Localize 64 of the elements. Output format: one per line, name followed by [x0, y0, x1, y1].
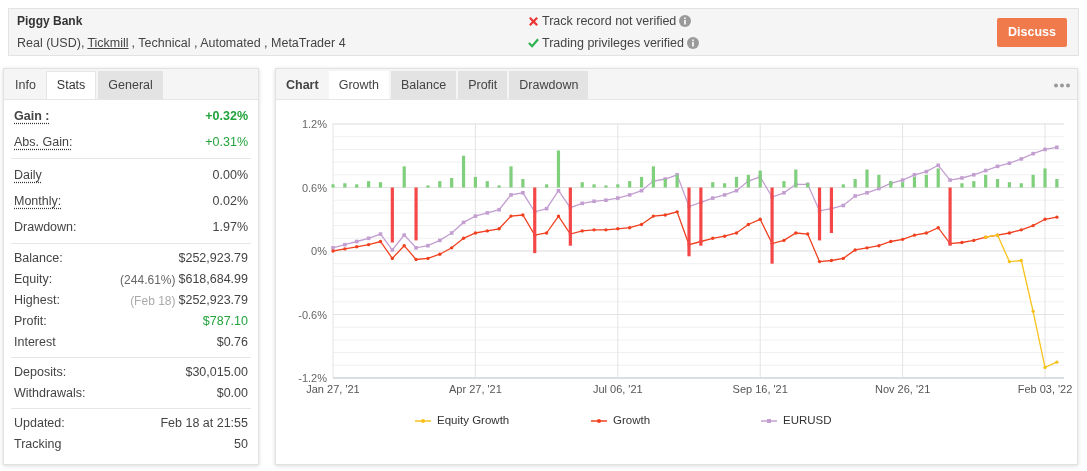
stat-label: Withdrawals:	[13, 385, 86, 403]
axis-label: 1.2%	[301, 118, 327, 130]
stat-value: 50	[234, 436, 248, 454]
stat-label: Profit:	[13, 313, 47, 331]
account-detail: , Technical , Automated , MetaTrader 4	[131, 34, 346, 52]
axis-label: Sep 16, '21	[732, 383, 788, 395]
stat-value: +0.32%	[205, 107, 248, 125]
stats-tab[interactable]: Stats	[45, 71, 97, 99]
stats-tab[interactable]: Info	[5, 71, 46, 99]
axis-label: Apr 27, '21	[448, 383, 502, 395]
info-icon	[686, 36, 699, 49]
axis-label: 0%	[311, 245, 327, 257]
more-icon[interactable]	[1054, 82, 1070, 88]
verification-status: Trading privileges verified	[542, 34, 684, 52]
stat-value: $0.76	[216, 334, 248, 352]
stat-value: 1.97%	[212, 218, 248, 236]
legend-icon	[591, 417, 607, 424]
axis-label: Nov 26, '21	[874, 383, 931, 395]
chart-heading: Chart	[285, 76, 320, 94]
stat-value: $787.10	[202, 313, 248, 331]
account-detail: Real (USD),	[17, 34, 85, 52]
broker-link[interactable]: Tickmill	[87, 33, 129, 53]
stat-label: Updated:	[13, 415, 65, 433]
stat-note: (Feb 18)	[130, 292, 176, 310]
stat-value: $252,923.79	[178, 250, 248, 268]
stat-label: Deposits:	[13, 364, 67, 382]
stat-label: Daily	[13, 166, 42, 184]
chart-tab[interactable]: Drawdown	[509, 71, 589, 99]
axis-label: Feb 03, '22	[1017, 383, 1073, 395]
axis-label: Jan 27, '21	[306, 383, 360, 395]
legend-icon	[761, 417, 777, 424]
axis-label: 0.6%	[301, 181, 327, 194]
chart-tab[interactable]: Balance	[390, 71, 457, 99]
stat-value: $0.00	[216, 385, 248, 403]
account-title: Piggy Bank	[17, 12, 83, 30]
stat-value: $252,923.79	[178, 292, 248, 310]
stat-value: +0.31%	[205, 133, 248, 151]
stat-label: Drawdown:	[13, 218, 77, 236]
legend-icon	[415, 417, 431, 424]
stat-label: Tracking	[13, 436, 62, 454]
stat-value: Feb 18 at 21:55	[160, 415, 248, 433]
legend-label: Equity Growth	[437, 413, 510, 428]
stat-label: Interest	[13, 334, 56, 352]
stat-note: (244.61%)	[120, 271, 176, 289]
stat-value: 0.00%	[212, 166, 248, 184]
chart-tab[interactable]: Profit	[458, 71, 508, 99]
verification-status: Track record not verified	[542, 12, 677, 30]
stat-label: Gain :	[13, 107, 50, 125]
stats-tab[interactable]: General	[98, 71, 163, 99]
stat-value: $618,684.99	[178, 271, 248, 289]
axis-label: -1.2%	[298, 372, 327, 384]
stat-label: Balance:	[13, 250, 63, 268]
legend-label: Growth	[613, 413, 651, 428]
info-icon	[679, 15, 692, 28]
stat-label: Equity:	[13, 271, 53, 289]
chart-tab[interactable]: Growth	[328, 71, 389, 99]
stat-label: Highest:	[13, 292, 60, 310]
axis-label: Jul 06, '21	[592, 383, 643, 395]
legend-label: EURUSD	[783, 413, 832, 428]
stat-value: $30,015.00	[185, 364, 248, 382]
stat-value: 0.02%	[212, 192, 248, 210]
stat-label: Monthly:	[13, 192, 62, 210]
stat-label: Abs. Gain:	[13, 133, 73, 151]
axis-label: -0.6%	[298, 308, 327, 321]
